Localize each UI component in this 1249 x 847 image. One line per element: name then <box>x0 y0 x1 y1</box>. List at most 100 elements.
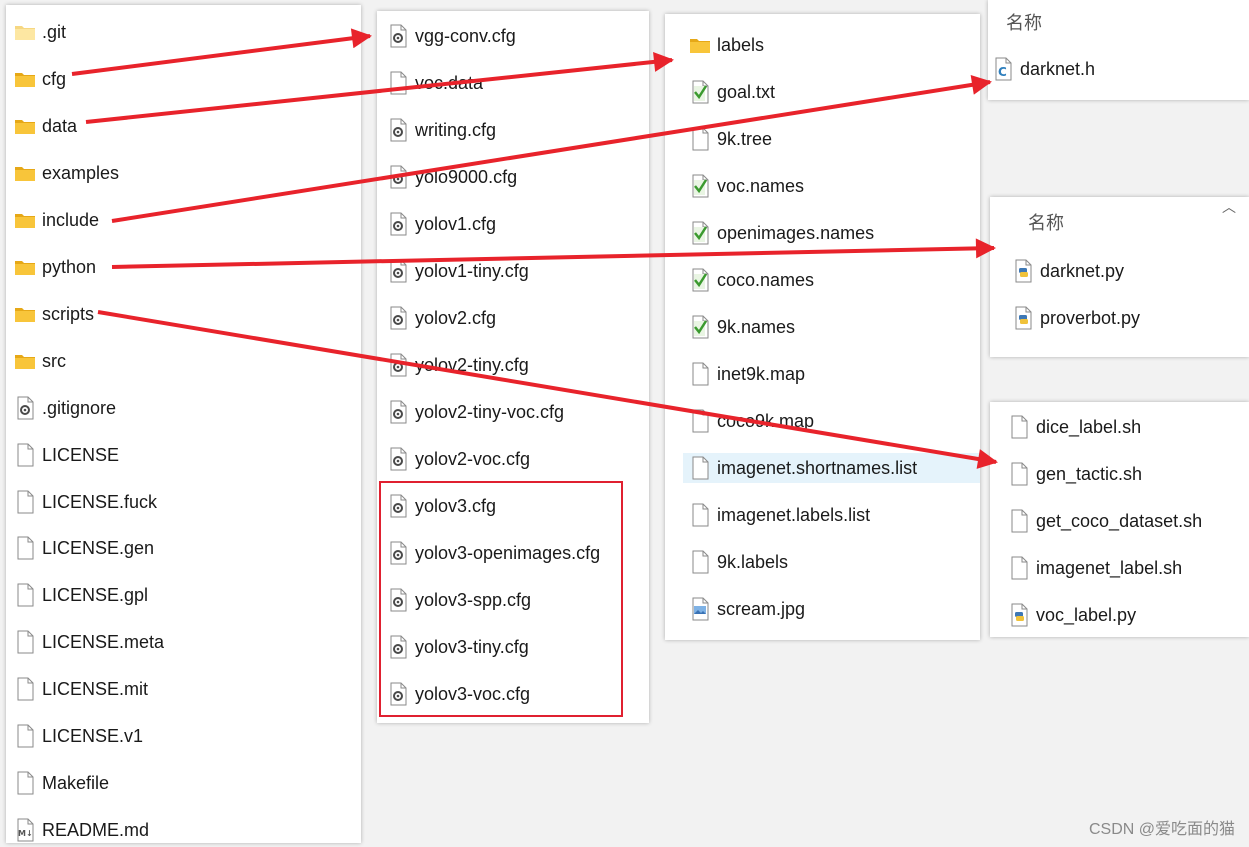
file-item-label: include <box>42 209 100 230</box>
image-file-icon <box>689 597 711 621</box>
file-item[interactable]: vgg-conv.cfg <box>387 21 516 51</box>
file-item[interactable]: yolov1.cfg <box>387 209 496 239</box>
file-item-label: yolov3-spp.cfg <box>415 589 532 610</box>
file-item[interactable]: LICENSE.gen <box>14 533 154 563</box>
folder-icon <box>14 67 36 91</box>
file-item[interactable]: 9k.tree <box>689 124 772 154</box>
file-item[interactable]: inet9k.map <box>689 359 805 389</box>
settings-file-icon <box>387 212 409 236</box>
file-item[interactable]: 9k.labels <box>689 547 788 577</box>
file-item[interactable]: imagenet_label.sh <box>1008 553 1182 583</box>
file-item[interactable]: M↓ README.md <box>14 815 149 843</box>
file-item[interactable]: coco9k.map <box>689 406 814 436</box>
text-file-icon <box>689 268 711 292</box>
file-item[interactable]: Makefile <box>14 768 109 798</box>
settings-file-icon <box>387 353 409 377</box>
file-item-label: gen_tactic.sh <box>1036 463 1143 484</box>
folder-icon <box>14 255 36 279</box>
file-item-label: dice_label.sh <box>1036 416 1142 437</box>
file-item[interactable]: imagenet.shortnames.list <box>683 453 980 483</box>
file-item[interactable]: writing.cfg <box>387 115 496 145</box>
file-item-label: darknet.py <box>1040 260 1125 281</box>
file-item[interactable]: gen_tactic.sh <box>1008 459 1142 489</box>
file-item[interactable]: LICENSE.mit <box>14 674 148 704</box>
file-item-label: python <box>42 256 97 277</box>
c-header-file-icon: C <box>992 57 1014 81</box>
file-item[interactable]: .gitignore <box>14 393 116 423</box>
file-item[interactable]: Cdarknet.h <box>992 54 1095 84</box>
watermark: CSDN @爱吃面的猫 <box>1088 821 1235 838</box>
file-item-label: yolov2-voc.cfg <box>415 448 531 469</box>
file-item[interactable]: cfg <box>14 64 66 94</box>
file-item[interactable]: LICENSE.fuck <box>14 487 157 517</box>
file-item[interactable]: yolov2-tiny.cfg <box>387 350 529 380</box>
file-item-label: LICENSE.v1 <box>42 725 144 746</box>
file-item[interactable]: python <box>14 252 96 282</box>
file-item[interactable]: yolov2-voc.cfg <box>387 444 530 474</box>
folder-icon <box>14 114 36 138</box>
file-item[interactable]: coco.names <box>689 265 814 295</box>
file-item[interactable]: yolov2-tiny-voc.cfg <box>387 397 564 427</box>
file-item[interactable]: imagenet.labels.list <box>689 500 870 530</box>
settings-file-icon <box>387 447 409 471</box>
file-item[interactable]: 9k.names <box>689 312 795 342</box>
file-item-label: proverbot.py <box>1040 307 1141 328</box>
markdown-file-icon: M↓ <box>14 818 36 842</box>
file-item-label: darknet.h <box>1020 58 1096 79</box>
file-item[interactable]: LICENSE.gpl <box>14 580 148 610</box>
file-item[interactable]: darknet.py <box>1012 256 1124 286</box>
file-item[interactable]: voc_label.py <box>1008 600 1136 630</box>
file-icon <box>689 127 711 151</box>
file-item[interactable]: scripts <box>14 299 94 329</box>
settings-file-icon <box>387 165 409 189</box>
folder-icon <box>14 349 36 373</box>
file-item[interactable]: LICENSE.meta <box>14 627 164 657</box>
file-item[interactable]: yolov2.cfg <box>387 303 496 333</box>
file-item[interactable]: LICENSE <box>14 440 119 470</box>
file-item[interactable]: yolov3-voc.cfg <box>387 679 530 709</box>
file-item[interactable]: examples <box>14 158 119 188</box>
file-item[interactable]: yolov3-tiny.cfg <box>387 632 529 662</box>
file-item[interactable]: proverbot.py <box>1012 303 1140 333</box>
name-column-header[interactable]: 名称 <box>1028 209 1064 235</box>
file-item[interactable]: openimages.names <box>689 218 874 248</box>
svg-text:C: C <box>998 65 1007 79</box>
file-item-label: goal.txt <box>717 81 776 102</box>
file-item[interactable]: yolov3-spp.cfg <box>387 585 531 615</box>
file-item-label: openimages.names <box>717 222 875 243</box>
sort-chevron-up-icon[interactable]: ︿ <box>1222 197 1236 217</box>
file-item[interactable]: .git <box>14 17 66 47</box>
file-item[interactable]: goal.txt <box>689 77 775 107</box>
file-item[interactable]: yolov1-tiny.cfg <box>387 256 529 286</box>
file-item-label: yolov3-openimages.cfg <box>415 542 601 563</box>
file-item[interactable]: voc.names <box>689 171 804 201</box>
file-item[interactable]: voc.data <box>387 68 483 98</box>
file-icon <box>14 630 36 654</box>
file-item[interactable]: include <box>14 205 99 235</box>
file-item-label: 9k.tree <box>717 128 773 149</box>
file-item[interactable]: scream.jpg <box>689 594 805 624</box>
file-item-label: examples <box>42 162 120 183</box>
file-item[interactable]: yolov3.cfg <box>387 491 496 521</box>
file-item[interactable]: yolov3-openimages.cfg <box>387 538 600 568</box>
file-icon <box>14 771 36 795</box>
file-item-label: yolov3-tiny.cfg <box>415 636 529 657</box>
file-item[interactable]: yolo9000.cfg <box>387 162 517 192</box>
python-file-icon <box>1012 259 1034 283</box>
file-item-label: coco9k.map <box>717 410 815 431</box>
name-column-header[interactable]: 名称 <box>1006 9 1042 35</box>
file-item-label: yolov1.cfg <box>415 213 497 234</box>
scripts-folder-panel: dice_label.sh gen_tactic.sh get_coco_datas… <box>990 402 1249 637</box>
file-item[interactable]: get_coco_dataset.sh <box>1008 506 1202 536</box>
file-item[interactable]: dice_label.sh <box>1008 412 1141 442</box>
file-item-label: yolov3-voc.cfg <box>415 683 531 704</box>
file-item[interactable]: data <box>14 111 77 141</box>
file-item[interactable]: labels <box>689 30 764 60</box>
file-item-label: .gitignore <box>42 397 117 418</box>
file-item[interactable]: LICENSE.v1 <box>14 721 143 751</box>
file-item-label: inet9k.map <box>717 363 806 384</box>
file-item-label: vgg-conv.cfg <box>415 25 516 46</box>
file-item-label: voc_label.py <box>1036 604 1137 625</box>
root-folder-panel: .git cfg data examples include python scripts s… <box>6 5 361 843</box>
file-item[interactable]: src <box>14 346 66 376</box>
